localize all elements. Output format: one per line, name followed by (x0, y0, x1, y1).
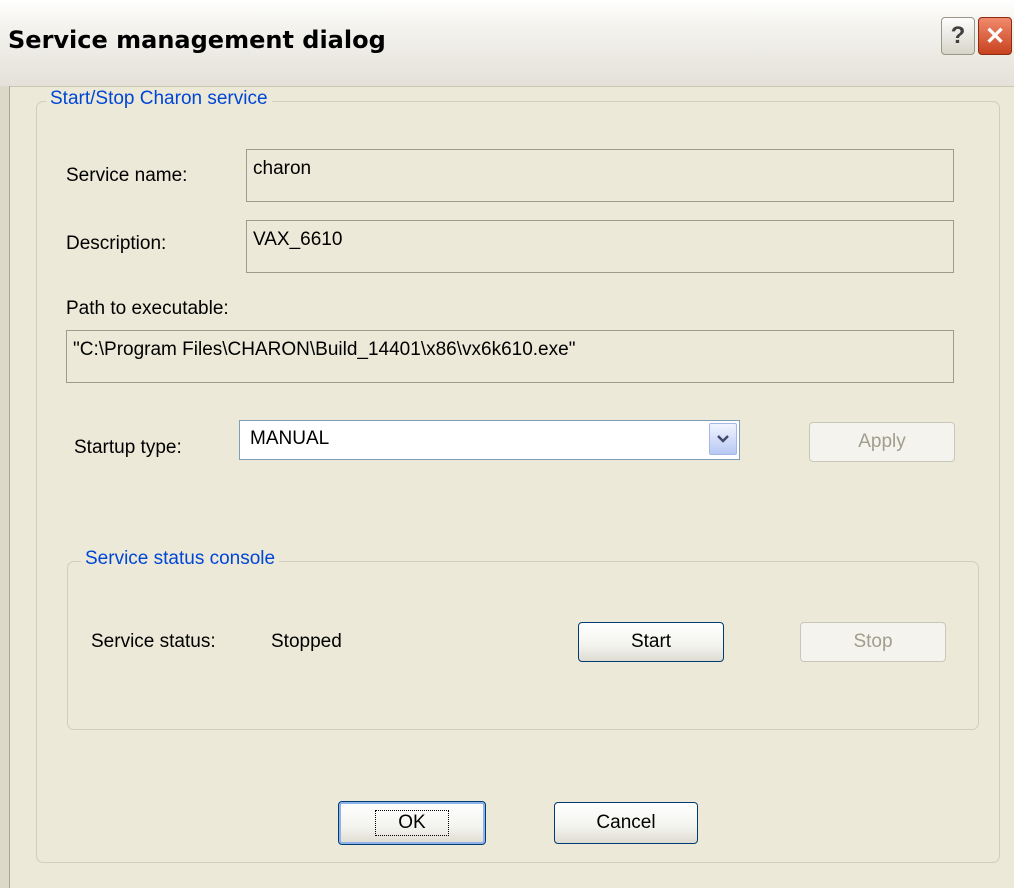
description-field: VAX_6610 (246, 220, 954, 273)
path-field: "C:\Program Files\CHARON\Build_14401\x86… (66, 330, 954, 383)
help-button[interactable]: ? (941, 17, 975, 55)
help-icon: ? (950, 22, 966, 49)
startup-type-value: MANUAL (250, 428, 330, 449)
chevron-down-icon[interactable] (709, 423, 737, 455)
description-label: Description: (66, 233, 167, 254)
stop-button[interactable]: Stop (800, 622, 946, 662)
window-left-border (0, 86, 10, 888)
cancel-button[interactable]: Cancel (554, 802, 698, 844)
ok-button[interactable]: OK (338, 801, 486, 845)
service-status-value: Stopped (271, 631, 342, 652)
apply-button[interactable]: Apply (809, 422, 955, 462)
service-status-label: Service status: (91, 631, 216, 652)
path-label: Path to executable: (66, 298, 229, 319)
service-group-legend: Start/Stop Charon service (46, 88, 272, 110)
startup-type-label: Startup type: (74, 437, 182, 458)
close-button[interactable]: ✕ (978, 17, 1012, 55)
title-bar: Service management dialog ? ✕ (0, 0, 1014, 87)
service-name-field: charon (246, 149, 954, 202)
service-group (36, 101, 1000, 863)
status-group-legend: Service status console (81, 548, 280, 570)
ok-button-label: OK (375, 810, 449, 836)
start-button[interactable]: Start (578, 622, 724, 662)
close-icon: ✕ (984, 22, 1006, 50)
startup-type-select[interactable]: MANUAL (239, 420, 740, 460)
service-name-label: Service name: (66, 165, 188, 186)
window-title: Service management dialog (8, 26, 386, 54)
